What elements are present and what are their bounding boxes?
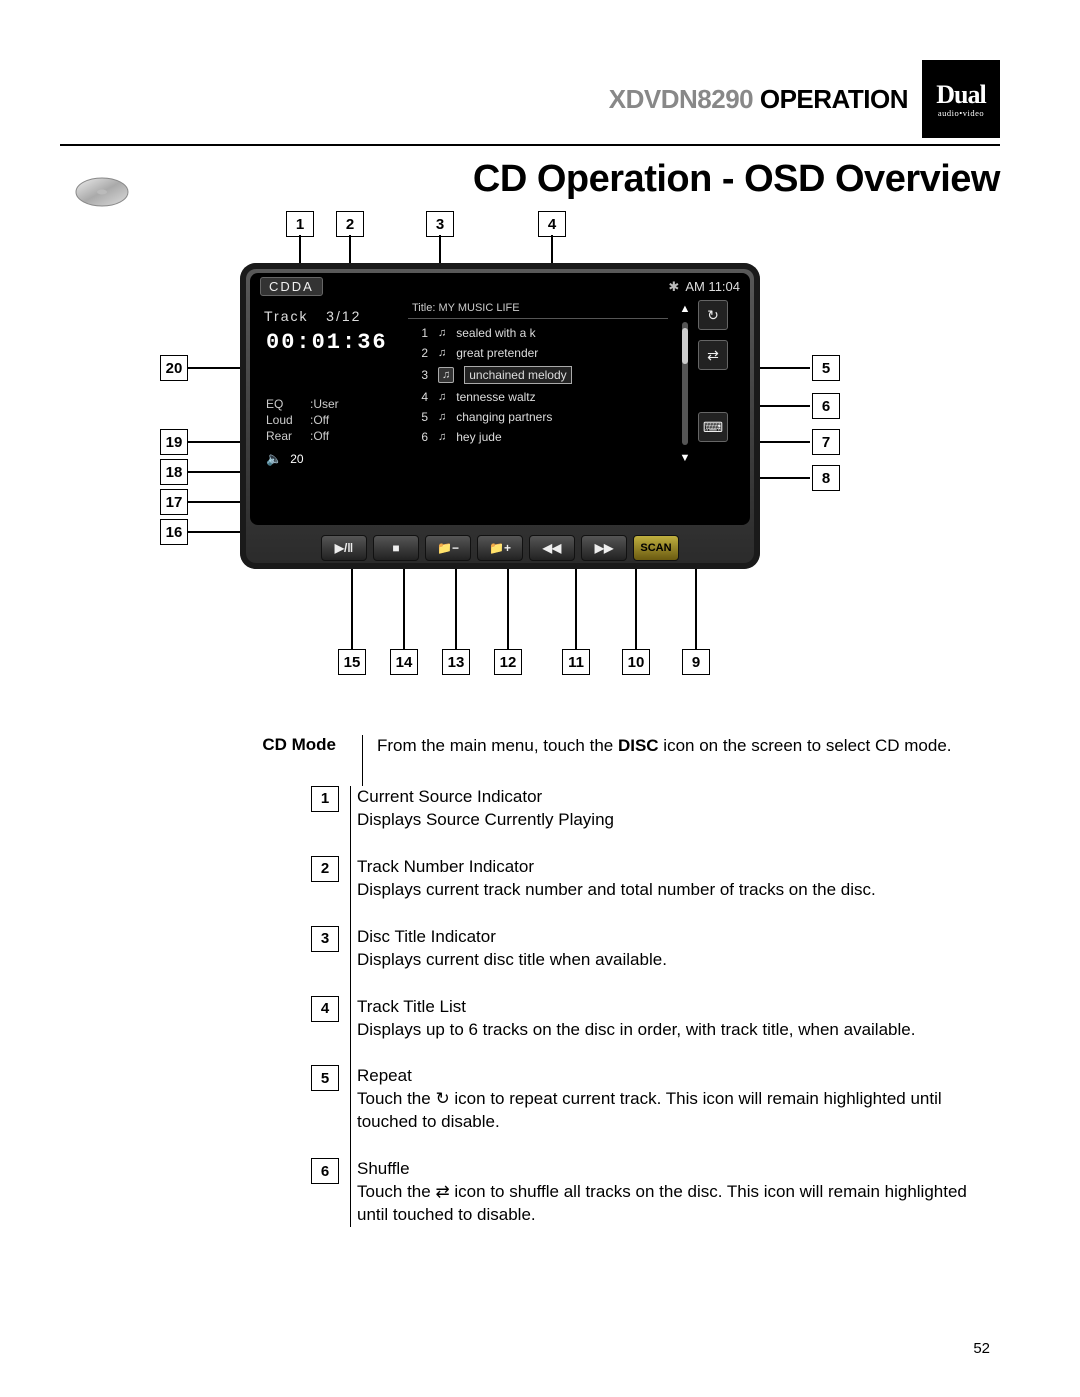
keyboard-button[interactable]: ⌨ [698,412,728,442]
callout-6: 6 [812,393,840,419]
desc-mode-text: From the main menu, touch the DISC icon … [377,735,1000,758]
scan-button[interactable]: SCAN [633,535,679,561]
callout-11: 11 [562,649,590,675]
divider [60,144,1000,146]
track-list: 1 ♫ sealed with a k 2 ♫ great pretender … [408,323,668,447]
brand-tagline: audio•video [938,108,984,118]
shuffle-icon: ⇄ [707,347,719,364]
elapsed-time: 00:01:36 [266,330,400,355]
speaker-icon: 🔈 [266,451,282,467]
callout-19: 19 [160,429,188,455]
note-icon: ♫ [438,367,454,383]
brand-name: Dual [936,80,985,110]
repeat-icon: ↻ [707,307,719,324]
stop-icon: ■ [392,541,399,555]
note-icon: ♫ [438,347,446,359]
clock: AM 11:04 [685,279,740,294]
rewind-button[interactable]: ◀◀ [529,535,575,561]
repeat-button[interactable]: ↻ [698,300,728,330]
note-icon: ♫ [438,411,446,423]
track-counter: Track 3/12 [264,308,400,324]
track-row[interactable]: 6 ♫ hey jude [408,427,668,447]
callout-4: 4 [538,211,566,237]
model-number: XDVDN8290 [609,84,753,114]
keyboard-icon: ⌨ [703,419,723,436]
callout-18: 18 [160,459,188,485]
callout-10: 10 [622,649,650,675]
play-pause-button[interactable]: ▶/ǁ [321,535,367,561]
folder-minus-icon: 📁− [437,541,459,555]
desc-item: 2 Track Number IndicatorDisplays current… [221,856,1000,902]
callout-12: 12 [494,649,522,675]
source-mode-label: CDDA [260,277,323,296]
header-title: XDVDN8290 OPERATION [609,84,908,115]
track-row[interactable]: 1 ♫ sealed with a k [408,323,668,343]
bluetooth-icon: ✱ [668,279,679,295]
note-icon: ♫ [438,431,446,443]
shuffle-button[interactable]: ⇄ [698,340,728,370]
folder-up-button[interactable]: 📁+ [477,535,523,561]
osd-device: CDDA ✱ AM 11:04 Track 3/12 00:01:36 [240,263,760,569]
folder-down-button[interactable]: 📁− [425,535,471,561]
rewind-icon: ◀◀ [543,541,561,555]
rear-setting: Rear :Off [266,429,400,443]
desc-item-num: 3 [311,926,339,952]
desc-item-num: 1 [311,786,339,812]
scrollbar[interactable]: ▲ ▼ [676,300,694,467]
callout-7: 7 [812,429,840,455]
callout-20: 20 [160,355,188,381]
desc-item-num: 6 [311,1158,339,1184]
disc-title: Title: MY MUSIC LIFE [408,300,668,319]
desc-item: 6 ShuffleTouch the ⇄ icon to shuffle all… [221,1158,1000,1227]
callout-17: 17 [160,489,188,515]
brand-logo: Dual audio•video [922,60,1000,138]
desc-item-num: 2 [311,856,339,882]
fast-forward-icon: ▶▶ [595,541,613,555]
callout-16: 16 [160,519,188,545]
track-row[interactable]: 2 ♫ great pretender [408,343,668,363]
callout-1: 1 [286,211,314,237]
folder-plus-icon: 📁+ [489,541,511,555]
page-title: CD Operation - OSD Overview [473,158,1000,201]
desc-item-num: 5 [311,1065,339,1091]
track-row-selected[interactable]: 3 ♫ unchained melody [408,363,668,387]
callout-2: 2 [336,211,364,237]
callout-9: 9 [682,649,710,675]
desc-item-num: 4 [311,996,339,1022]
page-number: 52 [973,1340,990,1357]
callout-8: 8 [812,465,840,491]
desc-item: 5 RepeatTouch the ↻ icon to repeat curre… [221,1065,1000,1134]
note-icon: ♫ [438,391,446,403]
eq-setting: EQ :User [266,397,400,411]
callout-5: 5 [812,355,840,381]
note-icon: ♫ [438,327,446,339]
stop-button[interactable]: ■ [373,535,419,561]
loud-setting: Loud :Off [266,413,400,427]
desc-item: 1 Current Source IndicatorDisplays Sourc… [221,786,1000,832]
callout-3: 3 [426,211,454,237]
scroll-up-icon[interactable]: ▲ [676,300,694,318]
callout-13: 13 [442,649,470,675]
track-row[interactable]: 4 ♫ tennesse waltz [408,387,668,407]
desc-item: 3 Disc Title IndicatorDisplays current d… [221,926,1000,972]
osd-diagram: 1 2 3 4 20 19 18 17 16 5 6 7 8 15 14 13 … [60,201,1000,711]
description-section: CD Mode From the main menu, touch the DI… [60,735,1000,786]
callout-14: 14 [390,649,418,675]
callout-15: 15 [338,649,366,675]
track-row[interactable]: 5 ♫ changing partners [408,407,668,427]
desc-mode-label: CD Mode [220,735,350,755]
header-operation: OPERATION [760,84,908,114]
desc-item: 4 Track Title ListDisplays up to 6 track… [221,996,1000,1042]
fast-forward-button[interactable]: ▶▶ [581,535,627,561]
scroll-down-icon[interactable]: ▼ [676,449,694,467]
volume-indicator: 🔈 20 [266,451,400,467]
play-pause-icon: ▶/ǁ [335,541,354,555]
